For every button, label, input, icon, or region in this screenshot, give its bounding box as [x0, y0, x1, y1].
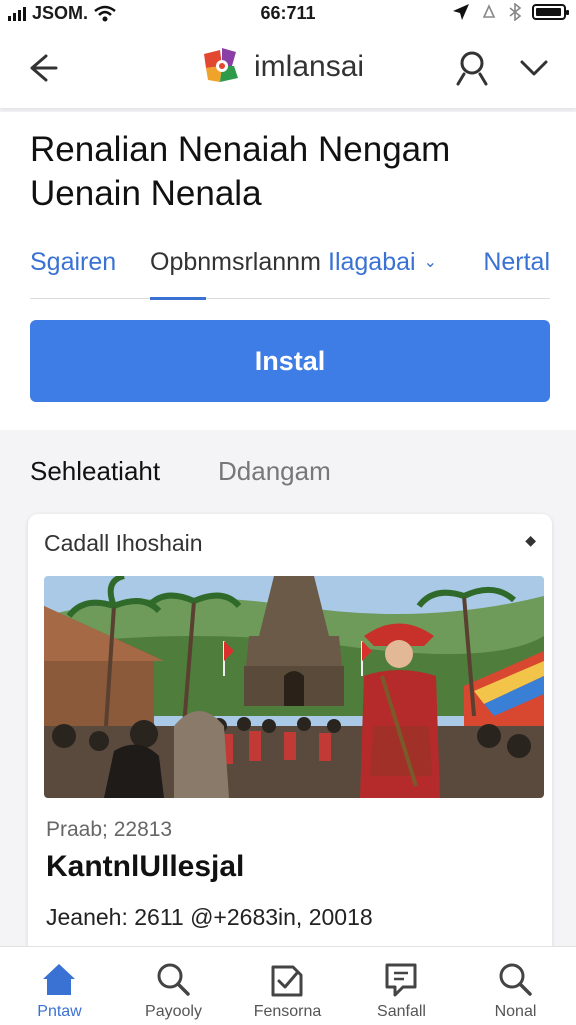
app-logo-icon	[204, 48, 238, 82]
nav-label: Nonal	[494, 1003, 537, 1020]
bluetooth-icon	[509, 3, 522, 21]
chat-icon	[385, 963, 417, 997]
app-name: imlansai	[254, 50, 365, 83]
tab-ilagabai[interactable]: Ilagabai ⌄	[328, 244, 437, 281]
nav-label: Pntaw	[37, 1003, 82, 1020]
page-title: Renalian Nenaiah Nengam Uenain Nenala	[30, 130, 451, 213]
detail-tabs: Sgairen Opbnmsrlannm Ilagabai ⌄ Nertal	[30, 244, 550, 300]
location-arrow-icon	[453, 4, 469, 20]
card-footer: Jeaneh: 2611 @+2683in, 20018	[46, 904, 373, 930]
back-arrow-icon[interactable]	[22, 48, 62, 88]
nav-label: Fensorna	[253, 1003, 322, 1020]
chevron-down-icon[interactable]	[512, 48, 556, 88]
nav-item-search[interactable]: Payooly	[116, 947, 231, 1025]
app-header: imlansai	[0, 28, 576, 108]
rotation-lock-icon	[482, 4, 496, 18]
badge-check-icon	[271, 965, 303, 997]
section-tab-active[interactable]: Sehleatiaht	[30, 456, 160, 487]
tab-opbnmsrlannm[interactable]: Opbnmsrlannm	[150, 244, 321, 280]
section-tabs: Sehleatiaht Ddangam	[30, 456, 550, 492]
nav-item-fensorna[interactable]: Fensorna	[230, 947, 345, 1025]
nav-item-home[interactable]: Pntaw	[2, 947, 117, 1025]
search-icon	[157, 963, 190, 996]
card-meta: Praab; 22813	[46, 818, 173, 841]
nav-item-sanfall[interactable]: Sanfall	[344, 947, 459, 1025]
home-icon	[43, 964, 75, 995]
tab-sgairen[interactable]: Sgairen	[30, 244, 116, 280]
install-button[interactable]: Instal	[30, 320, 550, 402]
status-right	[452, 3, 569, 21]
nav-label: Payooly	[145, 1003, 202, 1020]
status-bar: JSOM. 66:711	[0, 0, 576, 28]
section-tab-secondary[interactable]: Ddangam	[218, 456, 331, 487]
search-icon	[499, 963, 532, 996]
tabs-divider	[30, 298, 550, 299]
nav-item-nonal[interactable]: Nonal	[458, 947, 573, 1025]
card-photo[interactable]	[44, 576, 544, 798]
battery-icon	[532, 4, 569, 20]
more-icon[interactable]: ◆	[525, 532, 536, 549]
content-card[interactable]: Cadall Ihoshain ◆ Praab; 22813 KantnlUll…	[28, 514, 552, 974]
card-header: Cadall Ihoshain	[44, 530, 203, 556]
tab-ilagabai-label: Ilagabai	[328, 248, 416, 276]
user-icon[interactable]	[450, 46, 494, 90]
bottom-nav: Pntaw Payooly Fensorna Sanfall Nonal	[0, 946, 576, 1025]
chevron-down-icon: ⌄	[423, 254, 437, 272]
card-title[interactable]: KantnlUllesjal	[46, 850, 244, 884]
app-details: Renalian Nenaiah Nengam Uenain Nenala Sg…	[0, 112, 576, 430]
nav-label: Sanfall	[377, 1003, 426, 1020]
active-tab-indicator	[150, 297, 206, 300]
tab-nertal[interactable]: Nertal	[483, 244, 550, 280]
